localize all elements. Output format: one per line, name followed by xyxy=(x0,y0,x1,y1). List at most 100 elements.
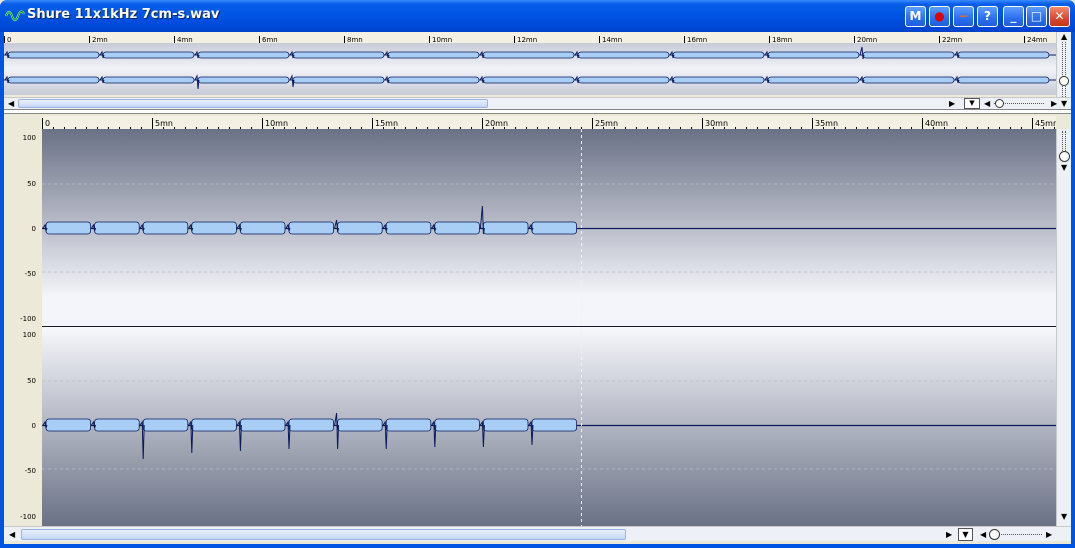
minimize-button[interactable]: _ xyxy=(1003,6,1024,27)
audio-block xyxy=(385,418,432,432)
scrollbar-thumb[interactable] xyxy=(21,529,626,540)
audio-block xyxy=(482,51,575,59)
audio-block xyxy=(7,51,100,59)
overview-scrollbar[interactable]: ◀ ▶ ▼ ◀ ▶ ▼ xyxy=(4,97,1071,109)
main-vertical-zoom[interactable]: ▼ ▼ xyxy=(1056,129,1071,526)
audio-block xyxy=(957,76,1050,84)
audio-block xyxy=(45,418,91,432)
zoom-track xyxy=(1062,131,1066,153)
audio-block xyxy=(292,51,385,59)
ruler-label: 10mn xyxy=(265,119,288,128)
audio-block xyxy=(239,418,286,432)
main-waveform[interactable] xyxy=(42,129,1056,526)
scroll-right-icon[interactable]: ▶ xyxy=(949,99,955,109)
zoom-right-icon: ▶ xyxy=(1046,530,1053,539)
zoom-menu-icon[interactable]: ▼ xyxy=(958,528,973,541)
audio-block xyxy=(387,51,480,59)
zoom-right-icon: ▶ xyxy=(1051,99,1058,108)
window-title: Shure 11x1kHz 7cm-s.wav xyxy=(27,7,220,22)
audio-block xyxy=(434,221,480,235)
ruler-label: 25mn xyxy=(595,119,618,128)
editor-client: 0 2mn 4mn 6mn 8mn 10mn 12mn 14mn 16mn 18mn 20mn 22m… xyxy=(4,32,1071,544)
audio-block xyxy=(957,51,1050,59)
horizontal-zoom-thumb[interactable] xyxy=(989,529,1000,540)
minus-button[interactable]: − xyxy=(953,6,974,27)
zoom-menu-icon[interactable]: ▼ xyxy=(964,98,980,109)
y-tick-label: 50 xyxy=(27,377,36,385)
audio-block xyxy=(7,76,100,84)
scrollbar-thumb[interactable] xyxy=(18,99,488,108)
horizontal-zoom-thumb[interactable] xyxy=(995,99,1004,108)
audio-block xyxy=(292,76,385,84)
scroll-left-icon[interactable]: ◀ xyxy=(9,530,15,540)
ruler-label: 45mn xyxy=(1035,119,1056,128)
record-button[interactable]: ● xyxy=(929,6,950,27)
audio-block xyxy=(197,76,290,84)
zoom-track xyxy=(1062,42,1066,97)
ruler-label: 5mn xyxy=(155,119,173,128)
title-bar[interactable]: Shure 11x1kHz 7cm-s.wav M ● − ? _ □ ✕ xyxy=(0,0,1075,32)
audio-block xyxy=(862,76,955,84)
audio-block xyxy=(191,418,237,432)
zoom-left-icon: ◀ xyxy=(984,99,991,108)
ruler-label: 20mn xyxy=(485,119,508,128)
scroll-down-icon[interactable]: ▼ xyxy=(1061,512,1067,522)
audio-block xyxy=(102,51,195,59)
ruler-label: 30mn xyxy=(705,119,728,128)
audio-block xyxy=(288,418,334,432)
audio-block xyxy=(482,221,529,235)
audio-block xyxy=(577,51,670,59)
ruler-label: 0 xyxy=(45,119,50,128)
audio-block xyxy=(142,221,189,235)
y-tick-label: 100 xyxy=(22,331,36,339)
audio-block xyxy=(94,418,140,432)
maximize-button[interactable]: □ xyxy=(1026,6,1047,27)
audio-block xyxy=(672,51,765,59)
audio-block xyxy=(142,418,189,432)
audio-block xyxy=(337,418,383,432)
splitter[interactable] xyxy=(4,109,1071,114)
audio-block xyxy=(531,418,577,432)
m-button[interactable]: M xyxy=(905,6,926,27)
audio-block xyxy=(337,221,383,235)
scroll-down-icon[interactable]: ▼ xyxy=(1061,99,1067,109)
audio-block xyxy=(482,76,575,84)
vertical-zoom-thumb[interactable] xyxy=(1059,151,1070,162)
app-window: Shure 11x1kHz 7cm-s.wav M ● − ? _ □ ✕ 02… xyxy=(0,0,1075,548)
scroll-left-icon[interactable]: ◀ xyxy=(8,99,14,109)
audio-block xyxy=(239,221,286,235)
audio-block xyxy=(577,76,670,84)
audio-block xyxy=(102,76,195,84)
audio-block xyxy=(385,221,432,235)
overview-waveform[interactable] xyxy=(4,43,1056,95)
audio-block xyxy=(767,76,860,84)
overview-ruler[interactable]: 0 2mn 4mn 6mn 8mn 10mn 12mn 14mn 16mn 18mn 20mn 22m… xyxy=(4,32,1056,47)
audio-block xyxy=(672,76,765,84)
audio-block xyxy=(191,221,237,235)
waveform-icon xyxy=(5,10,25,22)
ruler-label: 15mn xyxy=(375,119,398,128)
help-button[interactable]: ? xyxy=(977,6,998,27)
audio-block xyxy=(767,51,860,59)
audio-block xyxy=(434,418,480,432)
ruler-label: 35mn xyxy=(815,119,838,128)
y-tick-label: -100 xyxy=(20,513,36,521)
scroll-up-icon[interactable]: ▲ xyxy=(1061,32,1067,42)
y-tick-label: -50 xyxy=(24,270,36,278)
zoom-left-icon: ◀ xyxy=(980,530,987,539)
main-ruler[interactable]: 0 5mn 10mn 15mn 20mn 25mn 30mn 35mn 40mn 45mn xyxy=(42,116,1058,131)
scroll-right-icon[interactable]: ▶ xyxy=(946,530,952,540)
y-tick-label: -50 xyxy=(24,467,36,475)
y-tick-label: 50 xyxy=(27,180,36,188)
audio-block xyxy=(531,221,577,235)
close-button[interactable]: ✕ xyxy=(1049,6,1070,27)
y-tick-label: 0 xyxy=(31,422,36,430)
y-tick-label: -100 xyxy=(20,315,36,323)
main-scrollbar[interactable]: ◀ ▶ ▼ ◀ ▶ xyxy=(4,526,1071,541)
ruler-label: 40mn xyxy=(925,119,948,128)
vertical-zoom-thumb[interactable] xyxy=(1059,76,1069,86)
audio-block xyxy=(45,221,91,235)
overview-waveform-graph xyxy=(4,46,1056,90)
scroll-down-icon[interactable]: ▼ xyxy=(1061,163,1067,173)
audio-block xyxy=(288,221,334,235)
